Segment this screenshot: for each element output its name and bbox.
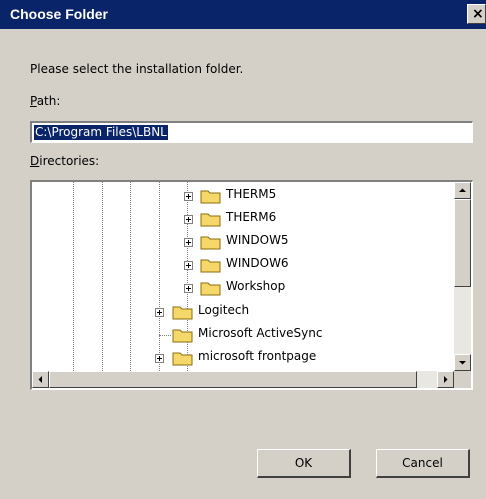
close-button[interactable]: ×: [467, 4, 486, 24]
horizontal-scroll-thumb[interactable]: [49, 371, 417, 388]
ok-button[interactable]: OK: [257, 449, 351, 478]
expand-icon[interactable]: [184, 238, 193, 247]
tree-guide-line: [130, 182, 131, 371]
arrow-down-icon: [459, 361, 466, 365]
folder-icon: [200, 236, 221, 250]
dialog-title: Choose Folder: [10, 6, 109, 22]
tree-item-workshop[interactable]: Workshop: [226, 279, 285, 293]
tree-branch-line: [159, 335, 171, 336]
path-input-value: C:\Program Files\LBNL: [34, 125, 168, 140]
close-icon: ×: [472, 6, 484, 22]
tree-item-logitech[interactable]: Logitech: [198, 303, 249, 317]
scroll-right-button[interactable]: [437, 371, 454, 388]
expand-icon[interactable]: [184, 261, 193, 270]
tree-guide-line: [159, 182, 160, 371]
folder-icon: [200, 190, 221, 204]
arrow-right-icon: [444, 376, 448, 383]
folder-icon: [172, 352, 193, 366]
expand-icon[interactable]: [184, 192, 193, 201]
title-bar: Choose Folder ×: [0, 0, 486, 29]
vertical-scrollbar[interactable]: [454, 182, 471, 371]
folder-icon: [200, 282, 221, 296]
expand-icon[interactable]: [155, 308, 164, 317]
path-input[interactable]: C:\Program Files\LBNL: [30, 121, 473, 143]
choose-folder-dialog: Choose Folder × Please select the instal…: [0, 0, 486, 499]
tree-item-therm5[interactable]: THERM5: [226, 187, 276, 201]
folder-icon: [172, 306, 193, 320]
vertical-scroll-thumb[interactable]: [454, 199, 471, 287]
path-label: Path:: [30, 94, 61, 108]
folder-icon: [200, 213, 221, 227]
scroll-down-button[interactable]: [454, 354, 471, 371]
tree-item-therm6[interactable]: THERM6: [226, 210, 276, 224]
folder-icon: [172, 329, 193, 343]
horizontal-scrollbar[interactable]: [32, 371, 454, 388]
scroll-up-button[interactable]: [454, 182, 471, 199]
instruction-text: Please select the installation folder.: [30, 62, 244, 76]
tree-item-window5[interactable]: WINDOW5: [226, 233, 289, 247]
directories-label: Directories:: [30, 154, 100, 168]
tree-guide-line: [102, 182, 103, 371]
tree-item-microsoft-frontpage[interactable]: microsoft frontpage: [198, 349, 316, 363]
scroll-left-button[interactable]: [32, 371, 49, 388]
expand-icon[interactable]: [184, 215, 193, 224]
tree-item-window6[interactable]: WINDOW6: [226, 256, 289, 270]
scrollbar-corner: [454, 371, 471, 388]
cancel-button[interactable]: Cancel: [376, 449, 470, 478]
arrow-left-icon: [38, 376, 42, 383]
tree-guide-line: [73, 182, 74, 371]
directory-tree[interactable]: THERM5 THERM6 WINDOW5 WINDOW6 Workshop L…: [30, 180, 473, 390]
expand-icon[interactable]: [184, 284, 193, 293]
expand-icon[interactable]: [155, 354, 164, 363]
arrow-up-icon: [459, 188, 466, 192]
folder-icon: [200, 259, 221, 273]
tree-item-microsoft-activesync[interactable]: Microsoft ActiveSync: [198, 326, 322, 340]
